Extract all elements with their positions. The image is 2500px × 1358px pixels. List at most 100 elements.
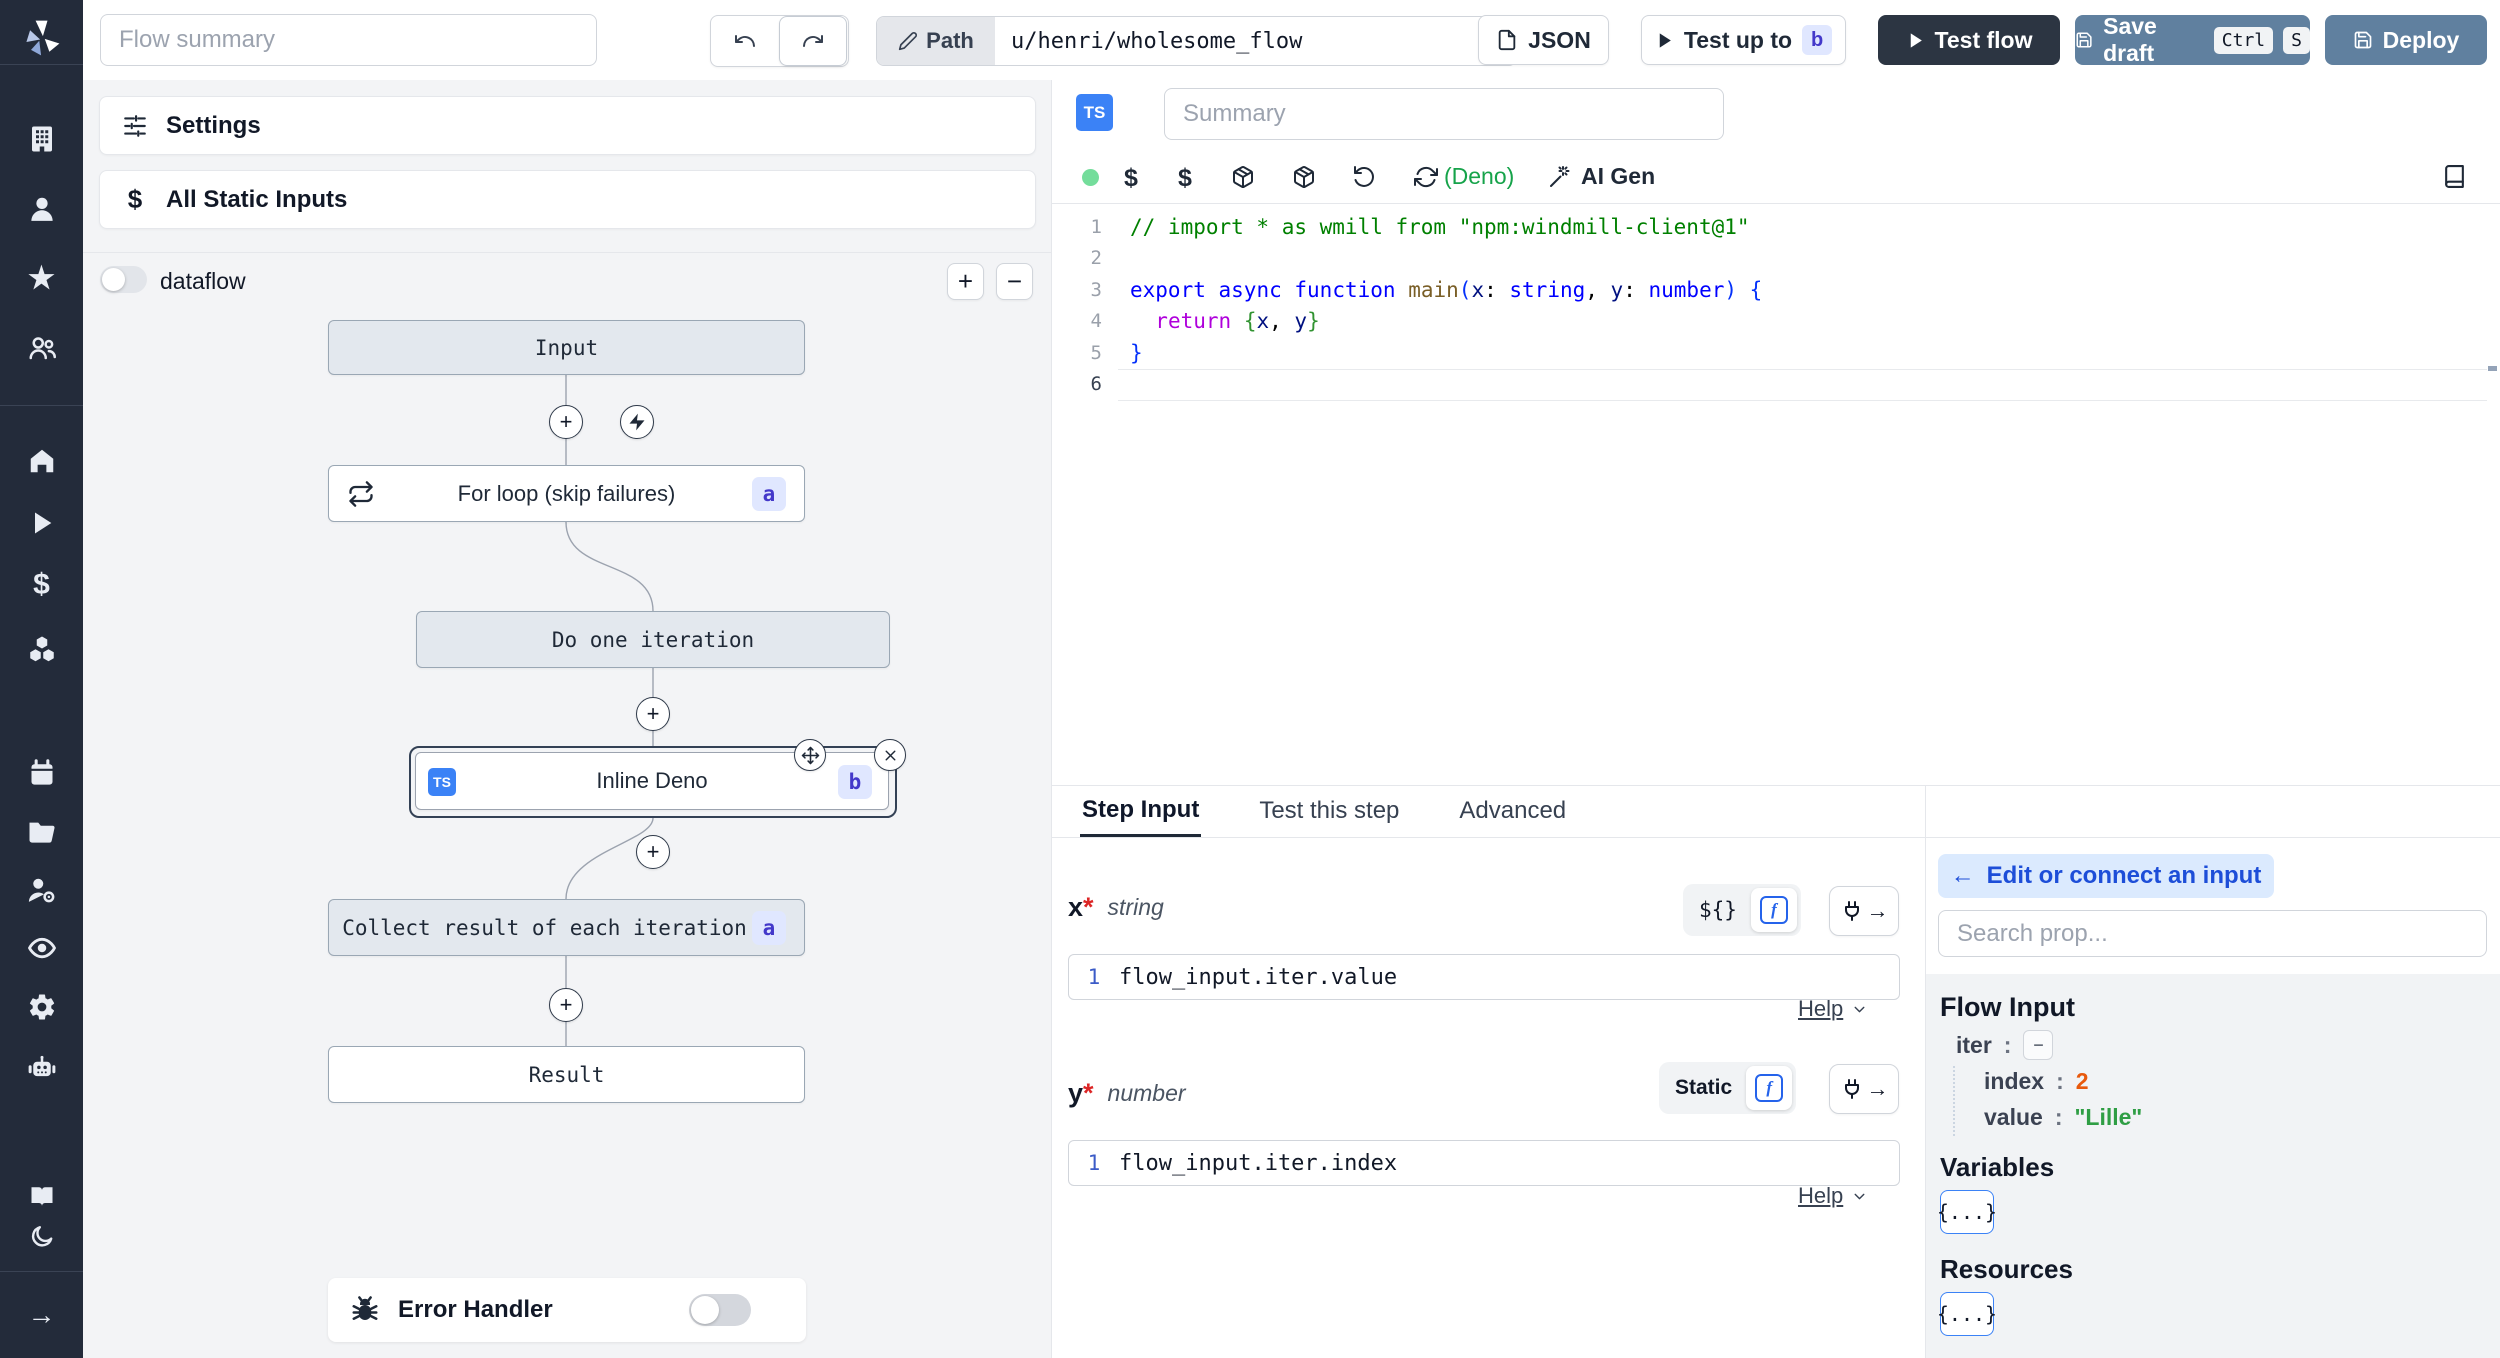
arg-x-connect-button[interactable]: → [1829,886,1899,936]
line-number: 1 [1087,1151,1101,1175]
edit-or-connect-label: Edit or connect an input [1986,862,2262,889]
test-flow-label: Test flow [1934,26,2033,53]
search-prop-input[interactable] [1938,910,2487,957]
function-icon: f [1755,1074,1784,1102]
move-node-button[interactable] [794,739,826,771]
step-tabs: Step Input Test this step Advanced [1080,785,1568,837]
sidebar-item-user[interactable] [0,187,83,231]
arg-x-expression-input[interactable]: 1 flow_input.iter.value [1068,954,1900,1000]
variables-title: Variables [1940,1152,2055,1182]
flow-graph-panel: Settings $ All Static Inputs dataflow + … [83,80,1052,1358]
refresh-icon[interactable] [1414,165,1438,189]
windmill-logo[interactable] [20,16,64,60]
flow-node-inline-deno-selected[interactable]: TS Inline Deno b [409,739,906,818]
flow-node-do-one-iteration[interactable]: Do one iteration [416,611,890,668]
arg-y-help-link[interactable]: Help [1798,1183,1868,1209]
sidebar-item-folders[interactable] [0,810,83,854]
value-value: "Lille" [2074,1104,2143,1130]
tree-item-value[interactable]: value : "Lille" [1984,1104,2142,1131]
trigger-button[interactable] [620,405,654,439]
sidebar-item-settings[interactable] [0,985,83,1029]
sidebar-item-dark-mode[interactable] [0,1215,83,1259]
book-icon[interactable] [2442,164,2467,189]
delete-node-button[interactable] [874,739,906,771]
ai-gen-button[interactable]: AI Gen [1548,163,1655,190]
step-summary-input[interactable] [1164,88,1724,140]
arrow-right-icon: → [1866,898,1889,923]
prop-tree-section: Flow Input iter : − index : 2 value : "L… [1926,974,2500,1358]
add-step-button[interactable]: + [549,988,583,1022]
undo-button[interactable] [711,16,779,66]
arg-y-connect-button[interactable]: → [1829,1064,1899,1114]
javascript-mode-option[interactable]: f [1746,1066,1793,1110]
javascript-mode-option[interactable]: f [1750,888,1797,932]
sidebar-item-groups[interactable] [0,868,83,912]
sidebar-divider [0,1271,83,1272]
edit-or-connect-button[interactable]: ← Edit or connect an input [1938,854,2274,898]
editor-code[interactable]: // import * as wmill from "npm:windmill-… [1130,212,1762,400]
deploy-button[interactable]: Deploy [2325,15,2487,65]
tab-test-this-step[interactable]: Test this step [1257,785,1401,837]
sidebar-item-workers[interactable] [0,1046,83,1090]
package-icon[interactable] [1292,165,1316,189]
static-mode-option[interactable]: Static [1663,1076,1744,1100]
collapse-button[interactable]: − [2023,1030,2054,1060]
tab-step-input[interactable]: Step Input [1080,785,1202,837]
error-handler-toggle[interactable] [689,1294,751,1326]
ts-badge: TS [1076,94,1113,131]
template-mode-option[interactable]: ${} [1687,898,1749,922]
sidebar-item-workspace[interactable] [0,117,83,161]
bug-icon [350,1295,380,1325]
add-step-button[interactable]: + [549,405,583,439]
flow-node-collect[interactable]: Collect result of each iteration a [328,899,805,956]
test-flow-button[interactable]: Test flow [1878,15,2060,65]
variables-expand-button[interactable]: {...} [1937,1190,1997,1234]
test-up-to-button[interactable]: Test up to b [1641,15,1846,65]
flow-summary-input[interactable] [100,14,597,66]
add-step-button[interactable]: + [636,835,670,869]
path-label: Path [926,28,974,53]
sidebar-item-audit-logs[interactable] [0,926,83,970]
dollar-icon[interactable]: $ [1178,164,1192,193]
step-id-badge: a [752,911,786,945]
arg-x-help-link[interactable]: Help [1798,996,1868,1022]
flow-node-input[interactable]: Input [328,320,805,375]
resources-title: Resources [1940,1254,2073,1284]
sidebar-item-favorites[interactable]: ★ [0,257,83,301]
flow-node-result[interactable]: Result [328,1046,805,1103]
scrollbar-marker[interactable] [2488,366,2497,371]
arg-x-mode-toggle: ${} f [1683,884,1801,936]
tree-item-iter[interactable]: iter : − [1956,1030,2054,1060]
tree-guide-line [1953,1066,1955,1136]
json-button[interactable]: JSON [1478,15,1609,65]
path-value[interactable]: u/henri/wholesome_flow [995,17,1516,65]
sidebar-item-members[interactable] [0,326,83,370]
sidebar-item-docs[interactable] [0,1174,83,1218]
error-handler-card[interactable]: Error Handler [328,1278,806,1342]
arrow-right-icon: → [27,1299,56,1330]
kbd-s: S [2283,26,2310,54]
sidebar-item-variables[interactable]: $ [0,563,83,607]
flow-node-for-loop[interactable]: For loop (skip failures) a [328,465,805,522]
sidebar-item-home[interactable] [0,439,83,483]
pencil-icon [898,31,918,51]
rotate-ccw-icon[interactable] [1352,165,1376,189]
repeat-icon [347,480,375,508]
add-step-button[interactable]: + [636,697,670,731]
path-edit-button[interactable]: Path [877,17,995,65]
dollar-icon[interactable]: $ [1124,164,1138,193]
tab-advanced[interactable]: Advanced [1457,785,1568,837]
arg-y-expression-input[interactable]: 1 flow_input.iter.index [1068,1140,1900,1186]
flow-edges [565,375,654,1046]
tree-item-index[interactable]: index : 2 [1984,1068,2089,1095]
save-draft-button[interactable]: Save draft Ctrl S [2075,13,2310,66]
resources-expand-button[interactable]: {...} [1937,1292,1997,1336]
plug-icon [1840,899,1864,923]
package-icon[interactable] [1231,165,1255,189]
sidebar-item-schedules[interactable] [0,751,83,795]
sidebar-item-resources[interactable] [0,627,83,671]
sidebar-item-runs[interactable] [0,501,83,545]
move-icon [801,746,820,765]
sidebar-collapse-button[interactable]: → [0,1293,83,1337]
redo-button[interactable] [779,16,847,66]
